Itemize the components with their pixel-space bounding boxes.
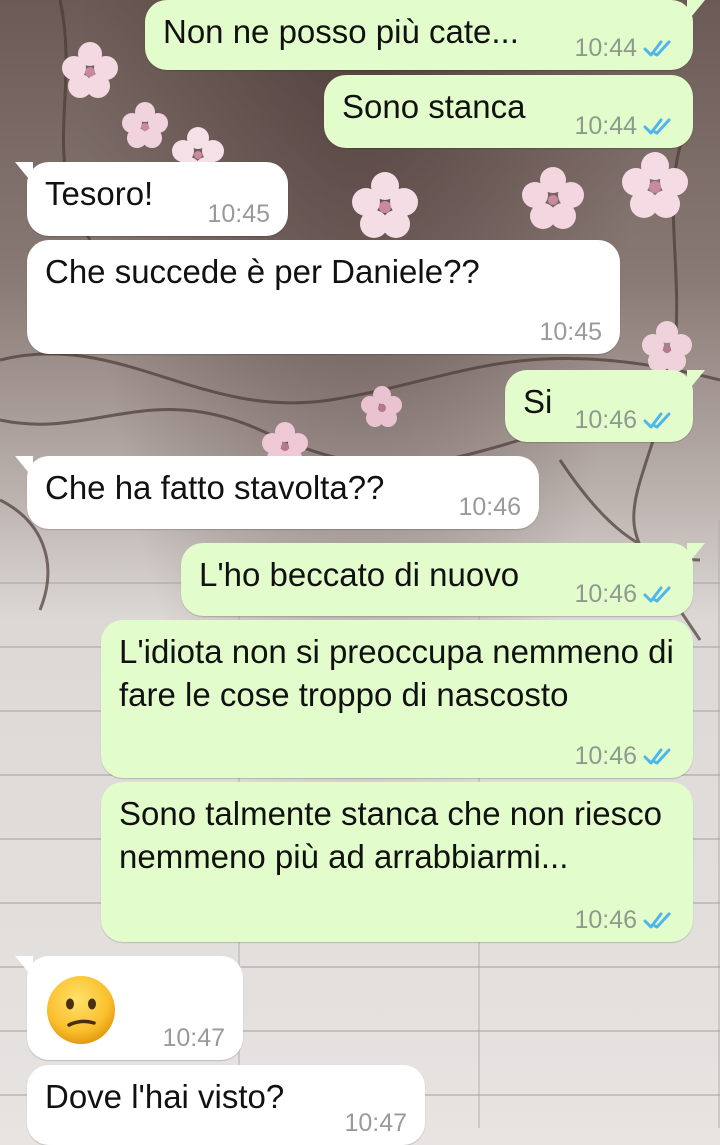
message-text: Che ha fatto stavolta?? bbox=[45, 469, 385, 506]
incoming-message[interactable]: Tesoro! 10:45 bbox=[15, 162, 288, 236]
confused-face-icon bbox=[47, 976, 115, 1044]
blossom-decoration bbox=[622, 152, 688, 218]
blossom-decoration bbox=[642, 321, 692, 372]
message-text: Che succede è per Daniele?? bbox=[45, 253, 480, 290]
outgoing-message[interactable]: L'idiota non si preoccupa nemmeno di far… bbox=[101, 620, 693, 778]
read-receipt-icon bbox=[643, 412, 671, 429]
message-time: 10:46 bbox=[574, 906, 637, 934]
message-meta: 10:45 bbox=[539, 318, 602, 346]
incoming-message[interactable]: 10:47 bbox=[15, 956, 243, 1060]
message-time: 10:46 bbox=[574, 580, 637, 608]
message-meta: 10:46 bbox=[574, 742, 675, 770]
blossom-decoration bbox=[361, 386, 402, 427]
message-meta: 10:46 bbox=[574, 580, 675, 608]
outgoing-message[interactable]: Non ne posso più cate... 10:44 bbox=[145, 0, 705, 70]
incoming-message[interactable]: Che ha fatto stavolta?? 10:46 bbox=[15, 456, 539, 529]
message-meta: 10:44 bbox=[574, 34, 675, 62]
read-receipt-icon bbox=[643, 40, 671, 57]
incoming-message[interactable]: Che succede è per Daniele?? 10:45 bbox=[27, 240, 620, 354]
blossom-decoration bbox=[62, 42, 118, 98]
outgoing-message[interactable]: L'ho beccato di nuovo 10:46 bbox=[181, 543, 705, 616]
message-meta: 10:45 bbox=[207, 200, 270, 228]
message-meta: 10:46 bbox=[574, 906, 675, 934]
blossom-decoration bbox=[352, 172, 418, 238]
read-receipt-icon bbox=[643, 748, 671, 765]
read-receipt-icon bbox=[643, 118, 671, 135]
message-text: Sono talmente stanca che non riesco nemm… bbox=[119, 795, 663, 875]
message-time: 10:46 bbox=[574, 742, 637, 770]
message-meta: 10:44 bbox=[574, 112, 675, 140]
outgoing-message[interactable]: Sono talmente stanca che non riesco nemm… bbox=[101, 782, 693, 942]
outgoing-message[interactable]: Sono stanca 10:44 bbox=[324, 75, 693, 148]
message-time: 10:44 bbox=[574, 112, 637, 140]
message-time: 10:46 bbox=[574, 406, 637, 434]
message-meta: 10:46 bbox=[458, 493, 521, 521]
read-receipt-icon bbox=[643, 912, 671, 929]
message-time: 10:46 bbox=[458, 493, 521, 521]
blossom-decoration bbox=[522, 167, 584, 229]
incoming-message[interactable]: Dove l'hai visto? 10:47 bbox=[27, 1065, 425, 1145]
message-meta: 10:47 bbox=[162, 1024, 225, 1052]
message-text: L'idiota non si preoccupa nemmeno di far… bbox=[119, 633, 674, 713]
message-time: 10:47 bbox=[344, 1109, 407, 1137]
message-time: 10:45 bbox=[539, 318, 602, 346]
message-meta: 10:46 bbox=[574, 406, 675, 434]
blossom-decoration bbox=[122, 102, 168, 148]
message-time: 10:47 bbox=[162, 1024, 225, 1052]
message-meta: 10:47 bbox=[344, 1109, 407, 1137]
message-time: 10:44 bbox=[574, 34, 637, 62]
outgoing-message[interactable]: Si 10:46 bbox=[505, 370, 705, 442]
read-receipt-icon bbox=[643, 586, 671, 603]
message-time: 10:45 bbox=[207, 200, 270, 228]
